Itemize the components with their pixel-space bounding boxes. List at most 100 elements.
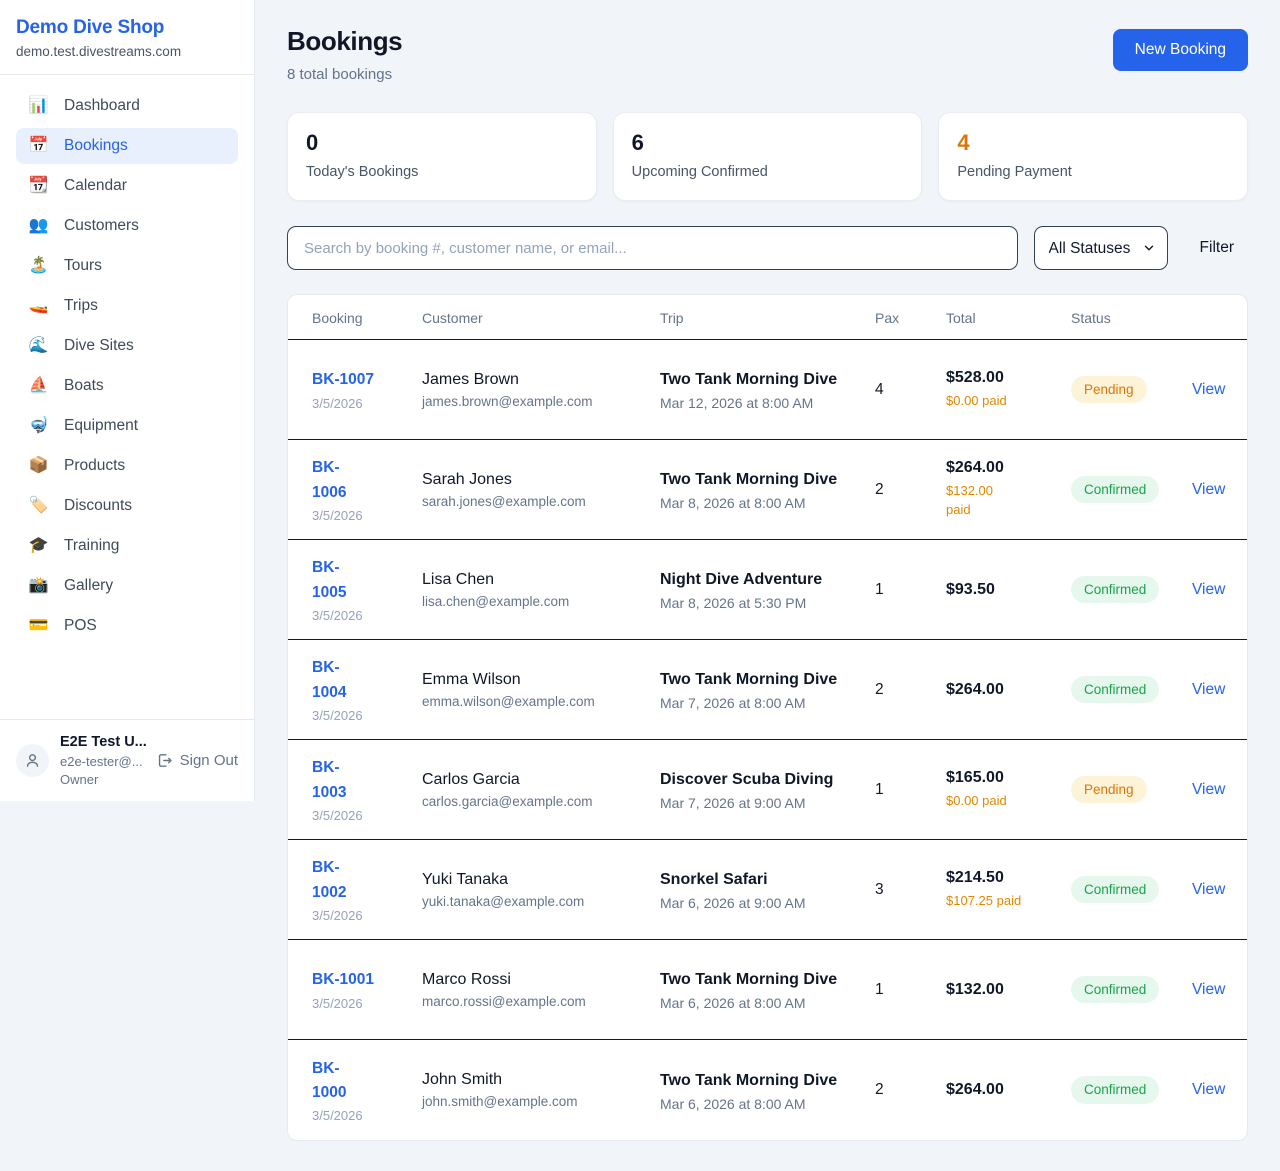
camera-icon: 📸 (28, 578, 49, 594)
status-badge: Pending (1071, 776, 1147, 804)
actions-cell: View (1192, 981, 1235, 999)
sidebar-item-label: POS (64, 617, 97, 635)
trip-name: Two Tank Morning Dive (660, 668, 855, 692)
sidebar-item-pos[interactable]: 💳 POS (16, 608, 238, 644)
pax-value: 2 (875, 1081, 946, 1099)
search-input[interactable] (287, 226, 1018, 270)
trip-cell: Discover Scuba Diving Mar 7, 2026 at 9:0… (660, 768, 875, 811)
sidebar-item-discounts[interactable]: 🏷️ Discounts (16, 488, 238, 524)
paid-amount: $0.00 paid (946, 792, 1071, 811)
sidebar-item-calendar[interactable]: 📆 Calendar (16, 168, 238, 204)
view-link[interactable]: View (1192, 781, 1225, 798)
sidebar-item-trips[interactable]: 🚤 Trips (16, 288, 238, 324)
trip-name: Two Tank Morning Dive (660, 468, 855, 492)
stat-label: Today's Bookings (306, 164, 578, 180)
booking-id-link[interactable]: BK-1007 (312, 368, 422, 392)
user-role: Owner (60, 772, 145, 788)
booking-date: 3/5/2026 (312, 708, 422, 723)
total-cell: $132.00 (946, 981, 1071, 999)
booking-id-link[interactable]: BK-1003 (312, 756, 362, 804)
brand-domain: demo.test.divestreams.com (16, 44, 238, 59)
total-amount: $165.00 (946, 769, 1071, 787)
view-link[interactable]: View (1192, 1081, 1225, 1098)
sidebar-item-label: Products (64, 457, 125, 475)
brand-name[interactable]: Demo Dive Shop (16, 17, 238, 39)
view-link[interactable]: View (1192, 981, 1225, 998)
stat-label: Upcoming Confirmed (632, 164, 904, 180)
total-amount: $214.50 (946, 869, 1071, 887)
view-link[interactable]: View (1192, 581, 1225, 598)
package-icon: 📦 (28, 458, 49, 474)
customer-email: lisa.chen@example.com (422, 594, 660, 609)
view-link[interactable]: View (1192, 681, 1225, 698)
sidebar-item-training[interactable]: 🎓 Training (16, 528, 238, 564)
view-link[interactable]: View (1192, 481, 1225, 498)
user-email: e2e-tester@... (60, 754, 145, 770)
user-name: E2E Test U... (60, 733, 145, 751)
booking-date: 3/5/2026 (312, 996, 422, 1011)
page-header: Bookings 8 total bookings New Booking (287, 26, 1248, 83)
sidebar-item-label: Dive Sites (64, 337, 134, 355)
filter-button[interactable]: Filter (1200, 239, 1234, 257)
total-cell: $528.00 $0.00 paid (946, 369, 1071, 411)
booking-id-link[interactable]: BK-1005 (312, 556, 362, 604)
total-amount: $264.00 (946, 459, 1071, 477)
customer-email: yuki.tanaka@example.com (422, 894, 660, 909)
brand-block: Demo Dive Shop demo.test.divestreams.com (0, 0, 254, 74)
table-row: BK-1004 3/5/2026 Emma Wilson emma.wilson… (288, 640, 1247, 740)
sidebar-item-gallery[interactable]: 📸 Gallery (16, 568, 238, 604)
total-amount: $264.00 (946, 1081, 1071, 1099)
table-row: BK-1003 3/5/2026 Carlos Garcia carlos.ga… (288, 740, 1247, 840)
customer-name: James Brown (422, 371, 660, 389)
booking-id-link[interactable]: BK-1006 (312, 456, 362, 504)
stat-value: 6 (632, 130, 904, 156)
stat-card-todays-bookings: 0 Today's Bookings (287, 112, 597, 201)
sidebar-item-dive-sites[interactable]: 🌊 Dive Sites (16, 328, 238, 364)
column-header-total: Total (946, 310, 1071, 326)
booking-id-link[interactable]: BK-1004 (312, 656, 362, 704)
customer-name: Carlos Garcia (422, 771, 660, 789)
column-header-status: Status (1071, 310, 1192, 326)
sidebar-item-equipment[interactable]: 🤿 Equipment (16, 408, 238, 444)
stat-value: 0 (306, 130, 578, 156)
sidebar-item-customers[interactable]: 👥 Customers (16, 208, 238, 244)
new-booking-button[interactable]: New Booking (1113, 29, 1248, 71)
booking-cell: BK-1001 3/5/2026 (312, 968, 422, 1010)
sidebar-item-label: Tours (64, 257, 102, 275)
booking-id-link[interactable]: BK-1002 (312, 856, 362, 904)
sidebar-item-products[interactable]: 📦 Products (16, 448, 238, 484)
total-cell: $214.50 $107.25 paid (946, 869, 1071, 911)
pax-value: 1 (875, 981, 946, 999)
table-row: BK-1005 3/5/2026 Lisa Chen lisa.chen@exa… (288, 540, 1247, 640)
tag-icon: 🏷️ (28, 498, 49, 514)
customer-email: emma.wilson@example.com (422, 694, 660, 709)
sidebar-nav: 📊 Dashboard 📅 Bookings 📆 Calendar 👥 Cust… (0, 75, 254, 657)
customer-email: james.brown@example.com (422, 394, 660, 409)
trip-cell: Two Tank Morning Dive Mar 6, 2026 at 8:0… (660, 968, 875, 1011)
sidebar-item-dashboard[interactable]: 📊 Dashboard (16, 88, 238, 124)
graduation-cap-icon: 🎓 (28, 538, 49, 554)
customer-name: Marco Rossi (422, 971, 660, 989)
trip-name: Two Tank Morning Dive (660, 968, 855, 992)
status-badge: Confirmed (1071, 476, 1159, 504)
people-icon: 👥 (28, 218, 49, 234)
booking-id-link[interactable]: BK-1001 (312, 968, 422, 992)
total-amount: $93.50 (946, 581, 1071, 599)
customer-email: sarah.jones@example.com (422, 494, 660, 509)
total-amount: $528.00 (946, 369, 1071, 387)
view-link[interactable]: View (1192, 881, 1225, 898)
status-select[interactable]: All Statuses (1034, 226, 1168, 270)
actions-cell: View (1192, 781, 1235, 799)
booking-id-link[interactable]: BK-1000 (312, 1057, 362, 1105)
view-link[interactable]: View (1192, 381, 1225, 398)
sign-out-button[interactable]: Sign Out (156, 752, 238, 769)
booking-date: 3/5/2026 (312, 396, 422, 411)
sidebar-item-tours[interactable]: 🏝️ Tours (16, 248, 238, 284)
speedboat-icon: 🚤 (28, 298, 49, 314)
booking-cell: BK-1003 3/5/2026 (312, 756, 422, 822)
sidebar-item-bookings[interactable]: 📅 Bookings (16, 128, 238, 164)
status-badge: Confirmed (1071, 576, 1159, 604)
sidebar-item-boats[interactable]: ⛵ Boats (16, 368, 238, 404)
status-badge: Confirmed (1071, 676, 1159, 704)
diving-mask-icon: 🤿 (28, 418, 49, 434)
